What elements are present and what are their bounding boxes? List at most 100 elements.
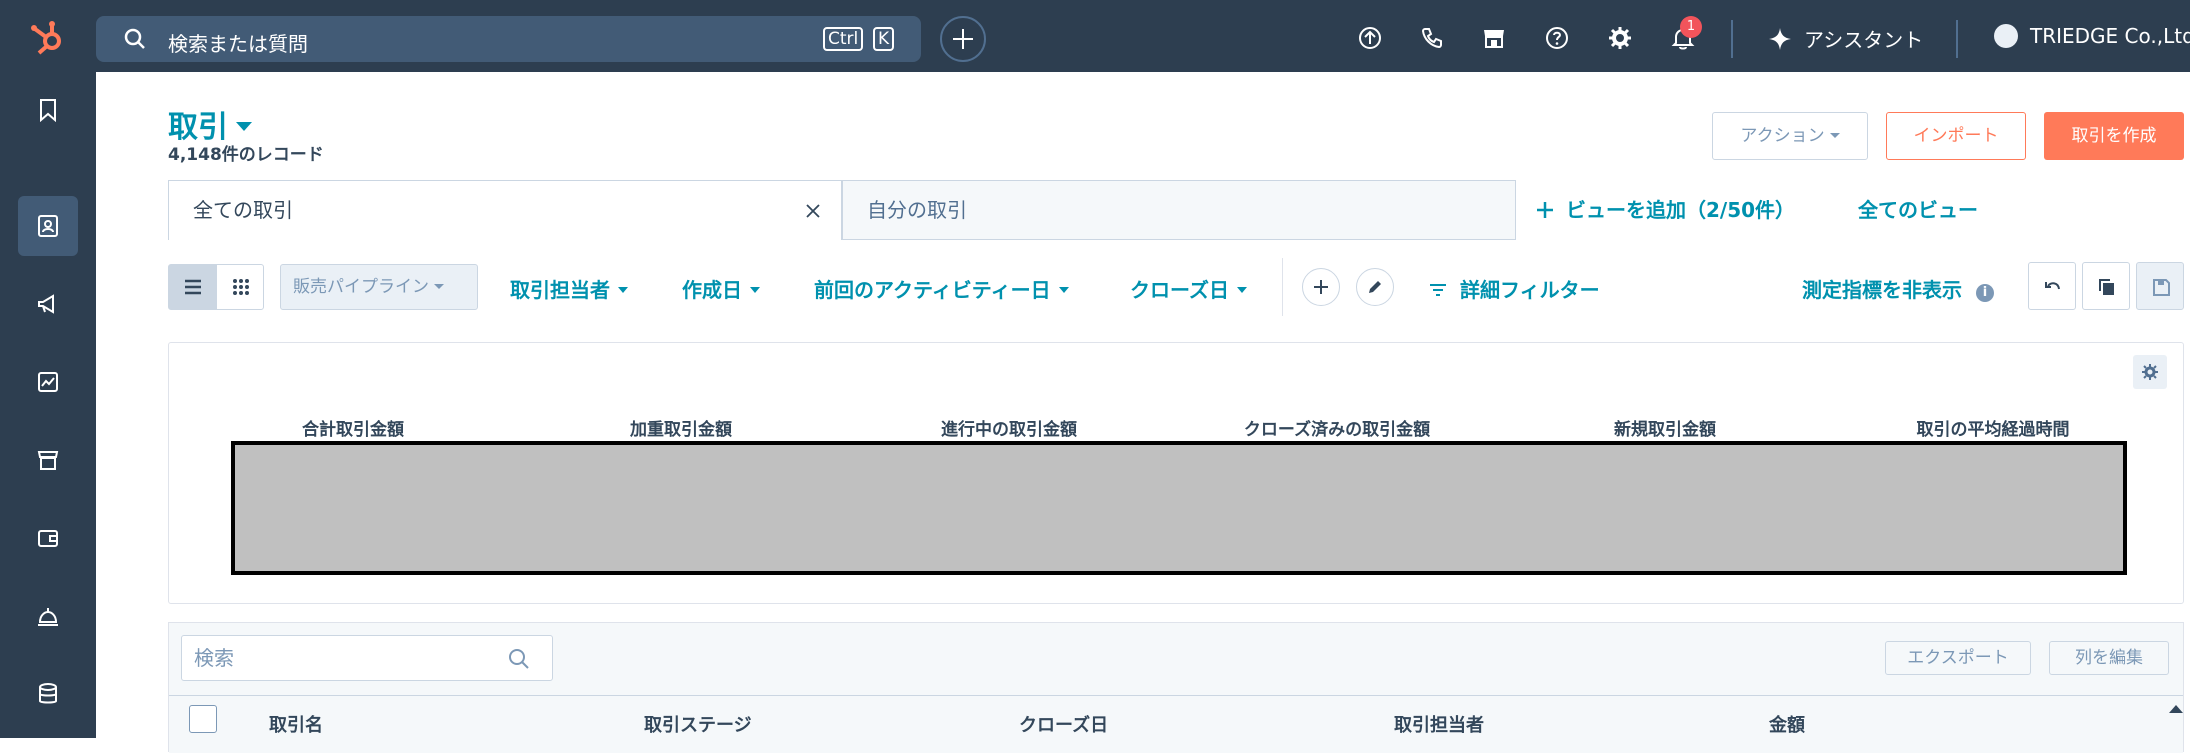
content-icon — [38, 372, 58, 392]
nav-content[interactable] — [18, 352, 78, 412]
shortcut-k-key: K — [873, 27, 895, 51]
help-icon[interactable] — [1543, 24, 1571, 52]
column-header[interactable]: 取引担当者 — [1394, 711, 1484, 737]
assistant-label: アシスタント — [1804, 28, 1924, 52]
list-icon — [185, 279, 201, 295]
deals-table: エクスポート 列を編集 取引名 取引ステージ クローズ日 取引担当者 金額 — [168, 622, 2184, 753]
nav-service[interactable] — [18, 586, 78, 646]
account-name: TRIEDGE Co.,Ltd — [2030, 24, 2190, 48]
info-icon: i — [1976, 284, 1994, 302]
search-icon[interactable] — [508, 648, 530, 670]
assistant-button[interactable]: アシスタント — [1768, 24, 1923, 53]
quick-create-button[interactable] — [940, 16, 986, 62]
tab-all-deals[interactable]: 全ての取引 — [168, 180, 842, 240]
topbar-divider — [1731, 20, 1733, 58]
metrics-settings-button[interactable] — [2133, 355, 2167, 389]
notification-badge: 1 — [1680, 16, 1702, 38]
edit-filters-button[interactable] — [1356, 268, 1394, 306]
metric-label: 合計取引金額 — [302, 420, 404, 440]
add-view-button[interactable]: ビューを追加（2/50件） — [1536, 194, 1795, 223]
column-header[interactable]: 取引名 — [269, 711, 323, 737]
search-icon — [124, 28, 145, 49]
actions-label: アクション — [1740, 126, 1825, 146]
view-mode-toggle — [168, 264, 264, 310]
global-search-bar[interactable]: 検索または質問 Ctrl K — [96, 16, 921, 62]
filter-label: クローズ日 — [1130, 278, 1229, 302]
edit-columns-button[interactable]: 列を編集 — [2049, 641, 2169, 675]
add-filter-button[interactable] — [1302, 268, 1340, 306]
close-icon[interactable] — [805, 203, 821, 219]
filter-last-activity-date[interactable]: 前回のアクティビティー日 — [814, 274, 1069, 303]
column-header[interactable]: 金額 — [1769, 711, 1805, 737]
list-view-button[interactable] — [169, 265, 217, 309]
chevron-down-icon — [618, 287, 628, 293]
plus-icon — [1314, 280, 1328, 294]
settings-gear-icon[interactable] — [1606, 24, 1634, 52]
store-icon — [37, 451, 59, 470]
contacts-icon — [38, 215, 58, 237]
actions-button[interactable]: アクション — [1712, 112, 1868, 160]
column-header[interactable]: クローズ日 — [1019, 711, 1108, 737]
nav-payments[interactable] — [18, 508, 78, 568]
upgrade-icon[interactable] — [1356, 24, 1384, 52]
column-header[interactable]: 取引ステージ — [644, 711, 752, 737]
import-button[interactable]: インポート — [1886, 112, 2026, 160]
tab-my-deals[interactable]: 自分の取引 — [842, 180, 1516, 240]
record-count: 4,148件のレコード — [168, 145, 324, 165]
board-view-grid-icon[interactable] — [231, 277, 251, 297]
filter-label: 前回のアクティビティー日 — [814, 278, 1051, 302]
metric-label: 取引の平均経過時間 — [1916, 420, 2070, 440]
filter-close-date[interactable]: クローズ日 — [1130, 274, 1247, 303]
phone-icon[interactable] — [1418, 24, 1446, 52]
filter-divider — [1282, 258, 1283, 316]
metric-label: 加重取引金額 — [630, 420, 732, 440]
save-view-button[interactable] — [2136, 262, 2184, 310]
create-deal-button[interactable]: 取引を作成 — [2044, 112, 2184, 160]
nav-bookmarks[interactable] — [18, 80, 78, 140]
nav-data[interactable] — [18, 664, 78, 724]
hubspot-logo-icon[interactable] — [24, 14, 72, 62]
metric-label: 新規取引金額 — [1614, 420, 1716, 440]
hide-metrics-label: 測定指標を非表示 — [1802, 278, 1962, 302]
sparkle-icon — [1768, 27, 1792, 52]
account-menu[interactable]: TRIEDGE Co.,Ltd — [1994, 24, 2190, 48]
chevron-down-icon — [236, 122, 252, 131]
top-bar: 検索または質問 Ctrl K 1 アシスタント TRIEDGE Co.,Ltd — [0, 0, 2190, 72]
hide-metrics-button[interactable]: 測定指標を非表示 i — [1802, 274, 1994, 303]
save-icon — [2153, 279, 2170, 296]
main-content: 取引 4,148件のレコード アクション インポート 取引を作成 全ての取引 自… — [96, 72, 2190, 753]
table-search-input[interactable] — [194, 642, 494, 674]
nav-commerce[interactable] — [18, 430, 78, 490]
scroll-up-arrow[interactable] — [2169, 705, 2183, 713]
pipeline-label: 販売パイプライン — [293, 277, 429, 297]
bookmark-icon — [40, 99, 56, 122]
filter-label: 作成日 — [682, 278, 742, 302]
gear-icon — [2142, 364, 2158, 380]
marketplace-icon[interactable] — [1480, 24, 1508, 52]
pipeline-select[interactable]: 販売パイプライン — [280, 264, 478, 310]
global-search-placeholder: 検索または質問 — [168, 32, 308, 56]
table-header — [169, 695, 2183, 753]
select-all-checkbox[interactable] — [189, 705, 217, 733]
database-icon — [39, 683, 57, 704]
clone-view-button[interactable] — [2082, 262, 2130, 310]
topbar-divider — [1956, 20, 1958, 58]
nav-crm[interactable] — [18, 196, 78, 256]
undo-button[interactable] — [2028, 262, 2076, 310]
metrics-card: 合計取引金額 加重取引金額 進行中の取引金額 クローズ済みの取引金額 新規取引金… — [168, 342, 2184, 604]
filter-deal-owner[interactable]: 取引担当者 — [510, 274, 628, 303]
nav-marketing[interactable] — [18, 274, 78, 334]
undo-icon — [2045, 282, 2060, 290]
filter-label: 取引担当者 — [510, 278, 610, 302]
filter-create-date[interactable]: 作成日 — [682, 274, 760, 303]
metric-label: クローズ済みの取引金額 — [1243, 420, 1431, 440]
advanced-filters-label: 詳細フィルター — [1460, 278, 1600, 302]
export-button[interactable]: エクスポート — [1885, 641, 2031, 675]
plus-icon — [1537, 202, 1553, 218]
all-views-link[interactable]: 全てのビュー — [1858, 194, 1978, 223]
chevron-down-icon — [1829, 133, 1840, 138]
advanced-filters-button[interactable]: 詳細フィルター — [1428, 274, 1600, 303]
shortcut-ctrl-key: Ctrl — [823, 27, 864, 51]
table-search — [181, 635, 553, 681]
copy-icon — [2099, 279, 2114, 295]
